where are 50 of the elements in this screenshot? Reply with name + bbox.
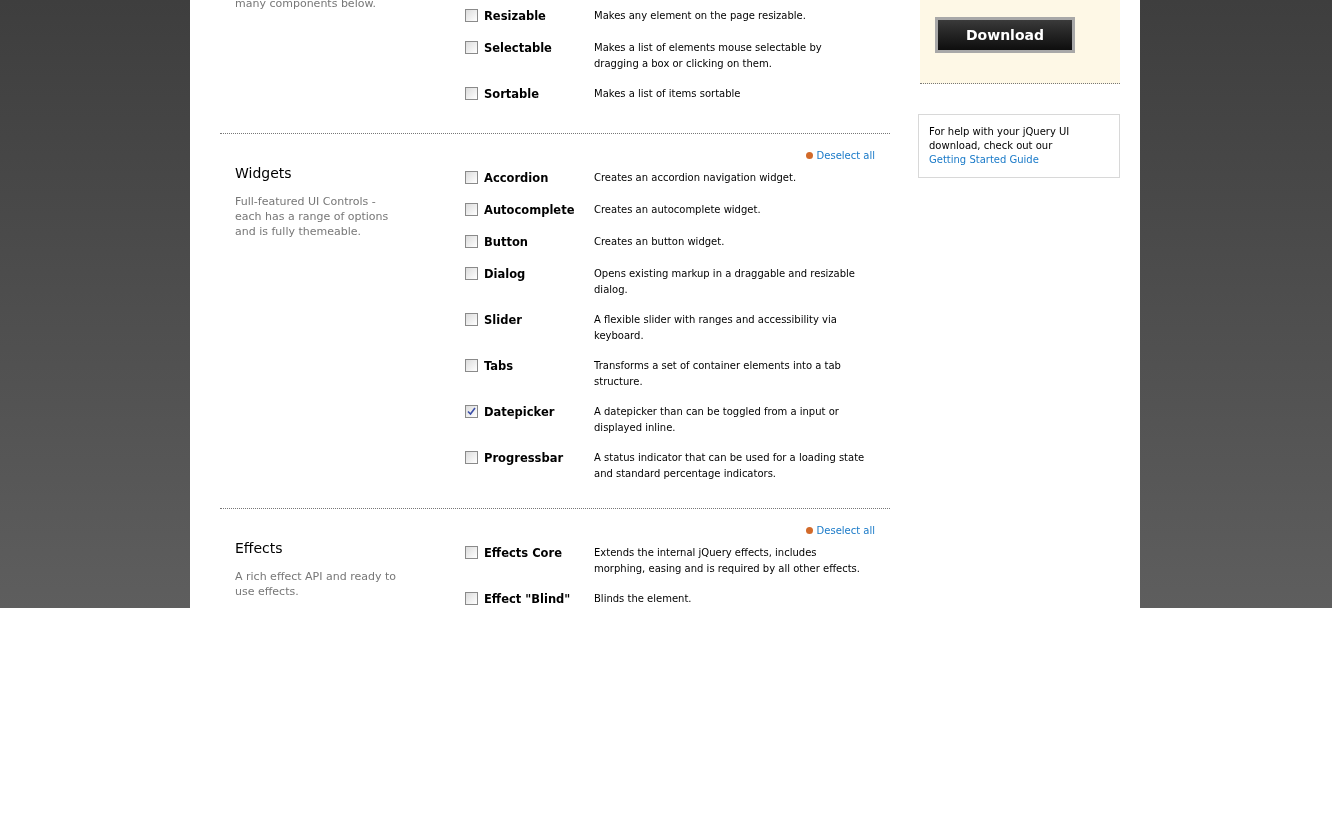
component-label[interactable]: Tabs bbox=[484, 358, 594, 374]
component-description: Creates an autocomplete widget. bbox=[594, 203, 762, 217]
section-title: Effects bbox=[235, 539, 284, 558]
component-description: A status indicator that can be used for a loading state and standard percentage indicators. bbox=[594, 451, 866, 481]
component-label[interactable]: Effects Core bbox=[484, 545, 594, 561]
component-label[interactable]: Resizable bbox=[484, 8, 594, 24]
help-text: For help with your jQuery UI download, check out our Getting Started Guide bbox=[929, 125, 1071, 167]
component-label[interactable]: Datepicker bbox=[484, 404, 594, 420]
component-label[interactable]: Progressbar bbox=[484, 450, 594, 466]
checkbox[interactable] bbox=[465, 9, 478, 22]
checkbox[interactable] bbox=[465, 235, 478, 248]
bullet-icon bbox=[805, 526, 813, 534]
section-title: Widgets bbox=[235, 164, 293, 183]
checkbox[interactable] bbox=[465, 203, 478, 216]
component-description: Blinds the element. bbox=[594, 592, 693, 606]
checkbox[interactable] bbox=[465, 546, 478, 559]
checkbox[interactable] bbox=[465, 451, 478, 464]
component-description: Extends the internal jQuery effects, includes morphing, easing and is required by all other effects. bbox=[594, 546, 861, 576]
component-label[interactable]: Dialog bbox=[484, 266, 594, 282]
component-description: Creates an accordion navigation widget. bbox=[594, 171, 798, 185]
component-description: Makes a list of items sortable bbox=[594, 87, 742, 101]
checkbox[interactable] bbox=[465, 171, 478, 184]
checkbox[interactable] bbox=[465, 41, 478, 54]
component-description: Opens existing markup in a draggable and resizable dialog. bbox=[594, 267, 857, 297]
deselect-all-link[interactable]: Deselect all bbox=[816, 147, 875, 163]
checkbox[interactable] bbox=[465, 87, 478, 100]
component-description: Transforms a set of container elements into a tab structure. bbox=[594, 359, 842, 389]
section-description: Full-featured UI Controls - each has a range of options and is fully themeable. bbox=[235, 194, 390, 239]
component-label[interactable]: Sortable bbox=[484, 86, 594, 102]
component-label[interactable]: Autocomplete bbox=[484, 202, 594, 218]
component-label[interactable]: Accordion bbox=[484, 170, 594, 186]
component-description: Creates an button widget. bbox=[594, 235, 726, 249]
component-description: A datepicker than can be toggled from a input or displayed inline. bbox=[594, 405, 840, 435]
bullet-icon bbox=[805, 151, 813, 159]
checkbox[interactable] bbox=[465, 405, 478, 418]
component-label[interactable]: Button bbox=[484, 234, 594, 250]
component-description: Makes a list of elements mouse selectable by dragging a box or clicking on them. bbox=[594, 41, 823, 71]
component-label[interactable]: Effect "Blind" bbox=[484, 591, 594, 607]
download-button[interactable]: Download bbox=[935, 17, 1075, 53]
deselect-all-link[interactable]: Deselect all bbox=[816, 522, 875, 538]
checkbox[interactable] bbox=[465, 313, 478, 326]
checkbox[interactable] bbox=[465, 592, 478, 605]
checkbox[interactable] bbox=[465, 267, 478, 280]
component-label[interactable]: Slider bbox=[484, 312, 594, 328]
checkbox[interactable] bbox=[465, 359, 478, 372]
section-description: A rich effect API and ready to use effects. bbox=[235, 569, 397, 599]
component-description: Makes any element on the page resizable. bbox=[594, 9, 807, 23]
component-description: A flexible slider with ranges and accessibility via keyboard. bbox=[594, 313, 838, 343]
component-label[interactable]: Selectable bbox=[484, 40, 594, 56]
getting-started-link[interactable]: Getting Started Guide bbox=[929, 154, 1039, 165]
